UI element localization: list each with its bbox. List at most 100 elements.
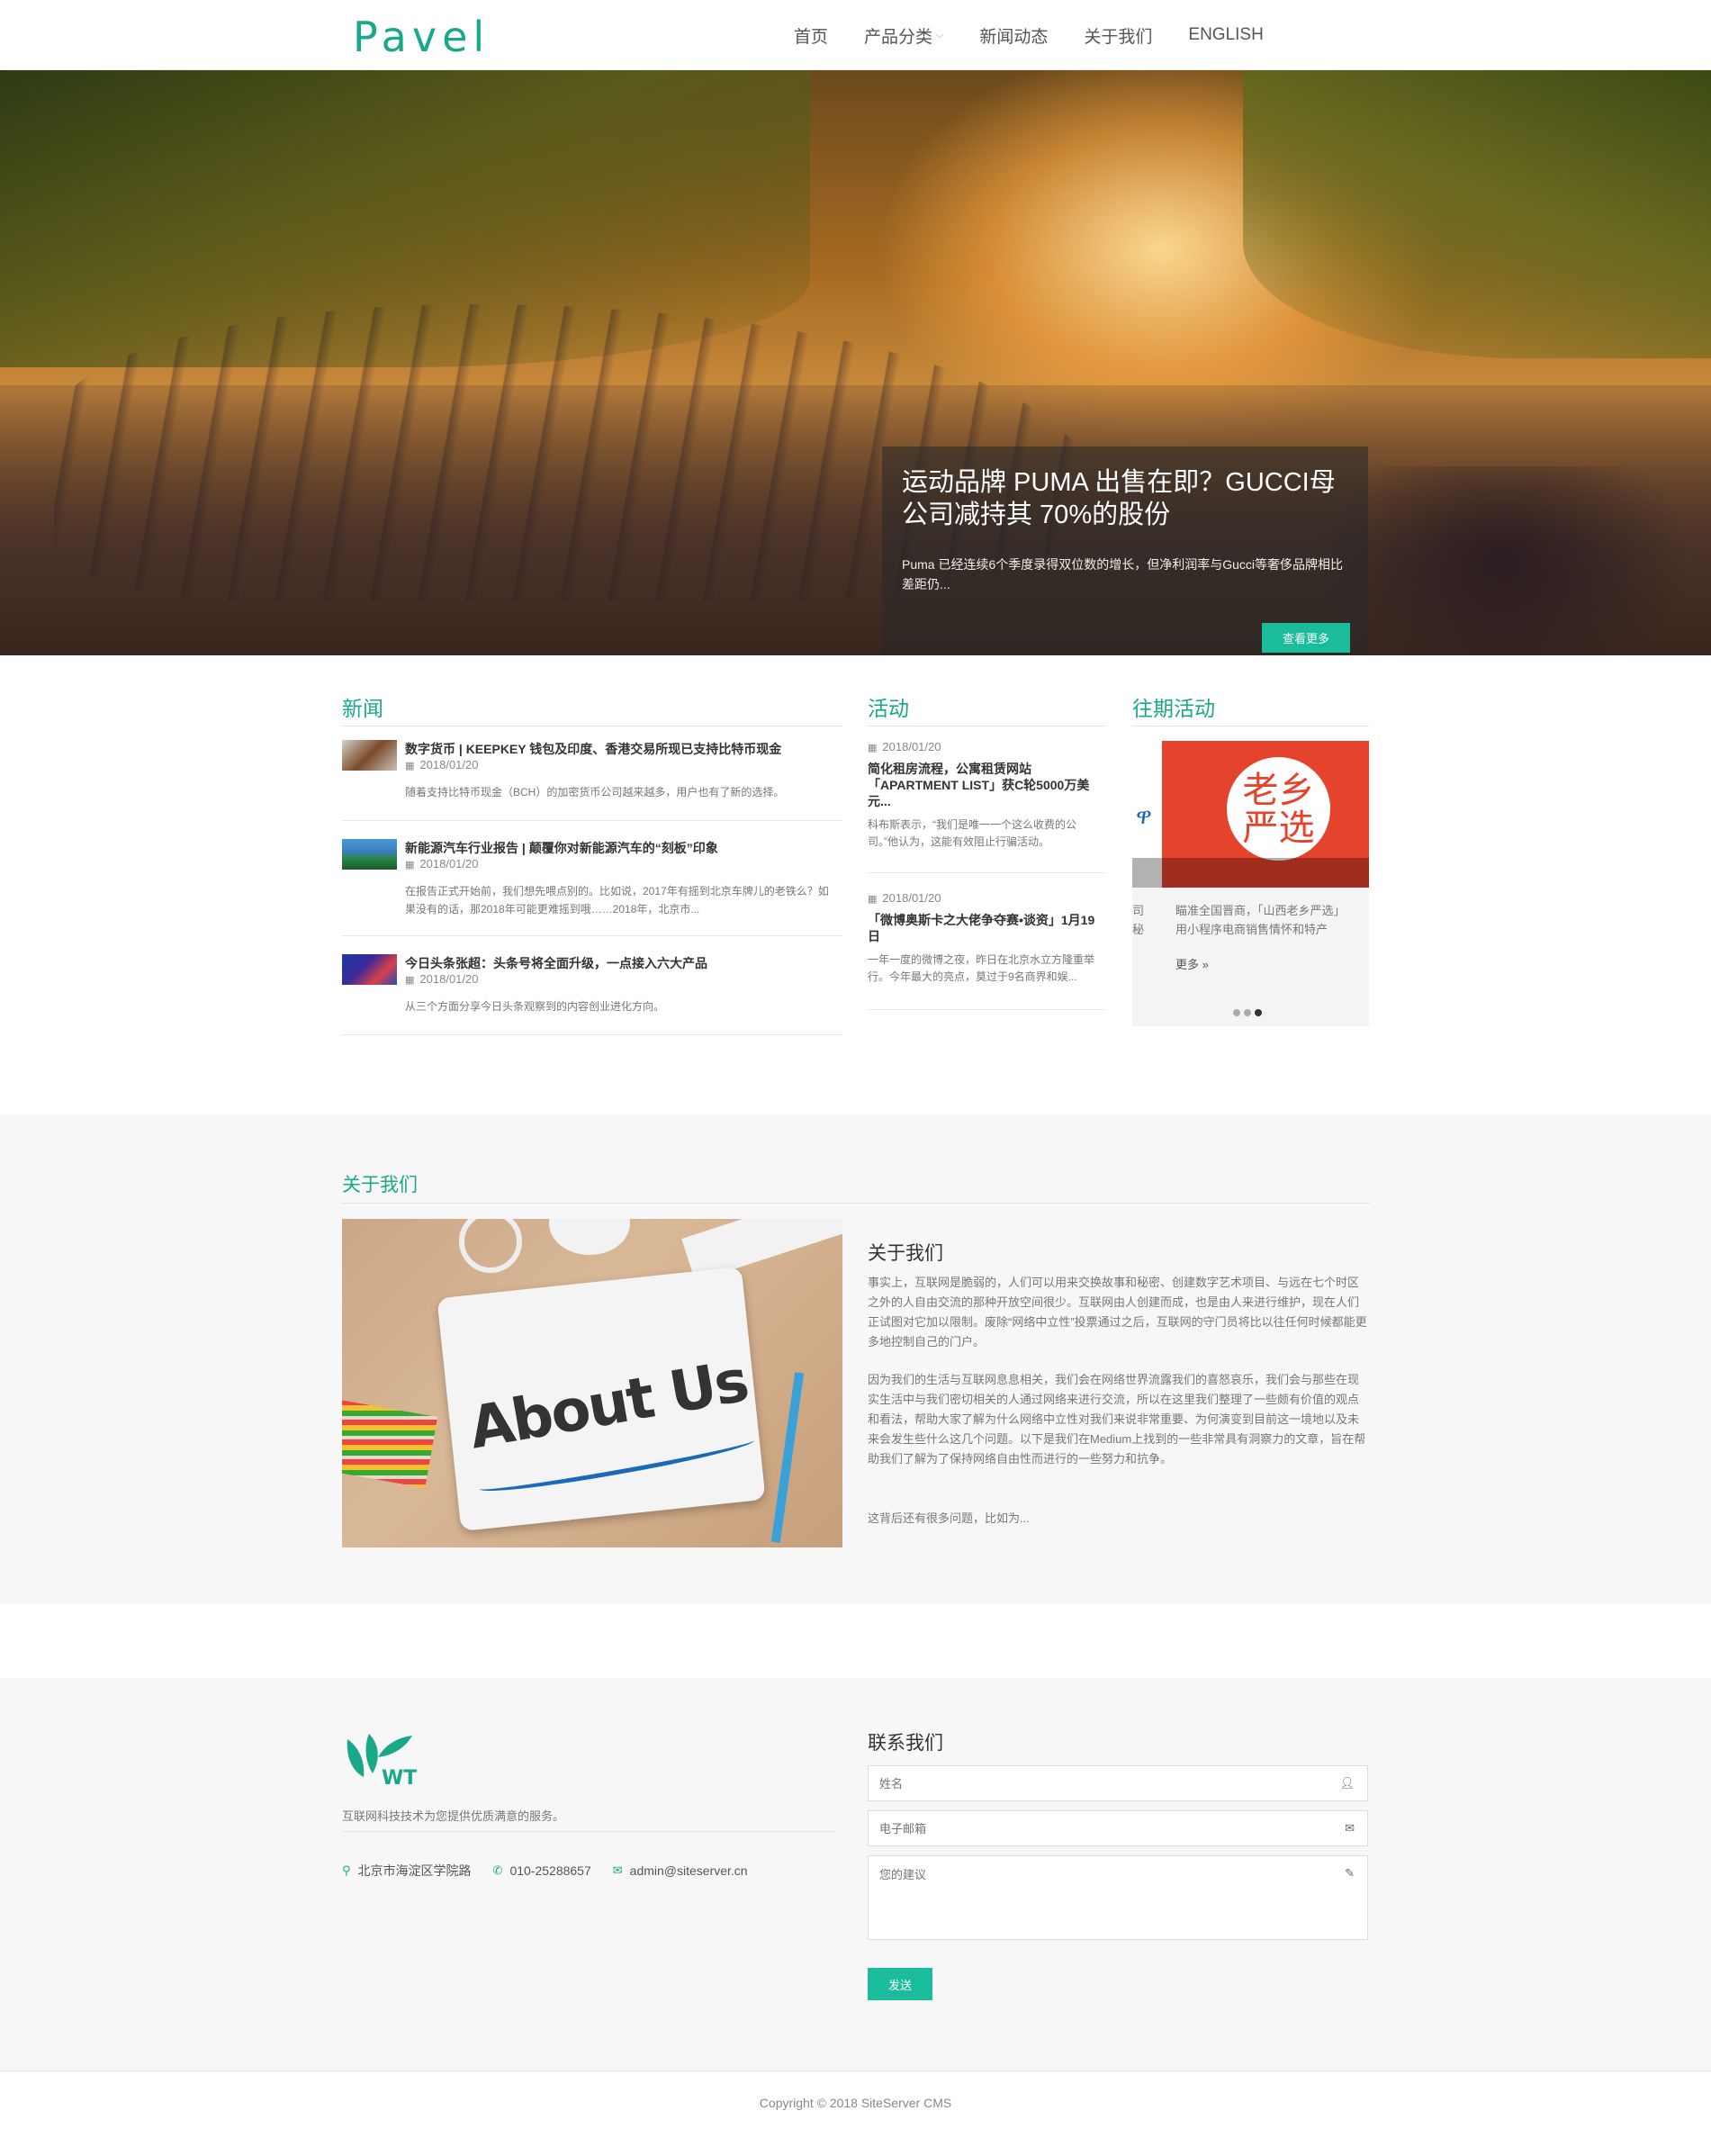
calendar-icon: ▦ [868, 743, 878, 753]
nav-label: 首页 [794, 27, 829, 47]
activity-title[interactable]: 「微博奥斯卡之大佬争夺赛•谈资」1月19日 [868, 912, 1105, 944]
activity-item[interactable]: ▦ 2018/01/20 简化租房流程，公寓租赁网站「APARTMENT LIST… [868, 740, 1105, 873]
carousel-image[interactable]: 老乡严选 [1162, 741, 1369, 888]
name-field[interactable]: 👤︎ [868, 1765, 1368, 1801]
news-description: 在报告正式开始前，我们想先喂点别的。比如说，2017年有摇到北京车牌儿的老铁么？… [405, 885, 829, 916]
hero-image-trees [1243, 70, 1711, 358]
activity-description: 一年一度的微博之夜，昨日在北京水立方隆重举行。今年最大的亮点，莫过于9名商界和娱… [868, 953, 1095, 983]
nav-label: ENGLISH [1188, 25, 1264, 44]
about-section [0, 1114, 1711, 1604]
past-activity-section-title[interactable]: 往期活动 [1132, 691, 1215, 722]
activity-title[interactable]: 简化租房流程，公寓租赁网站「APARTMENT LIST」获C轮5000万美元.… [868, 761, 1105, 809]
address-text: 北京市海淀区学院路 [357, 1863, 472, 1878]
carousel-prev-slide: ዋ [1132, 741, 1162, 888]
nav-label: 产品分类 [864, 27, 933, 47]
hero-image-cyclist [1314, 466, 1692, 655]
about-heading: 关于我们 [868, 1243, 943, 1264]
footer-description: 互联网科技技术为您提供优质满意的服务。 [342, 1809, 565, 1823]
news-section-title[interactable]: 新闻 [342, 691, 383, 722]
news-date: ▦ 2018/01/20 [405, 857, 478, 871]
site-logo[interactable]: Pavel [353, 13, 490, 61]
calendar-icon: ▦ [405, 761, 415, 771]
pencil-decor [770, 1372, 805, 1543]
carousel-dot[interactable] [1244, 1009, 1251, 1016]
copyright: Copyright © 2018 SiteServer CMS [759, 2096, 952, 2110]
news-date-text: 2018/01/20 [419, 972, 479, 986]
message-field[interactable]: ✎ [868, 1855, 1368, 1940]
news-title[interactable]: 今日头条张超：头条号将全面升级，一点接入六大产品 [405, 954, 707, 972]
image-overlay [1162, 858, 1369, 888]
email-text[interactable]: admin@siteserver.cn [630, 1863, 748, 1878]
main-nav: 首页 产品分类 ⌵ 新闻动态 关于我们 ENGLISH [776, 0, 1282, 70]
prev-slide-text-line: 秘 [1132, 923, 1145, 936]
activity-item[interactable]: ▦ 2018/01/20 「微博奥斯卡之大佬争夺赛•谈资」1月19日 一年一度的微… [868, 891, 1105, 1010]
phone: ✆ 010-25288657 [493, 1862, 591, 1880]
phone-icon: ✆ [492, 1863, 503, 1877]
user-icon: 👤︎ [1339, 1776, 1355, 1790]
email[interactable]: ✉ admin@siteserver.cn [613, 1862, 748, 1880]
email-field[interactable]: ✉ [868, 1810, 1368, 1846]
calendar-icon: ▦ [405, 975, 415, 986]
about-section-title: 关于我们 [342, 1175, 418, 1195]
news-description: 从三个方面分享今日头条观察到的内容创业进化方向。 [405, 1000, 665, 1013]
nav-products[interactable]: 产品分类 ⌵ [864, 23, 943, 48]
nav-home[interactable]: 首页 [794, 23, 828, 48]
mouse-decor [549, 1219, 630, 1255]
past-more-link[interactable]: 更多 » [1175, 955, 1209, 972]
news-thumbnail[interactable] [342, 954, 397, 985]
news-date-text: 2018/01/20 [419, 758, 479, 771]
name-input[interactable] [869, 1766, 1367, 1800]
hero-caption: 运动品牌 PUMA 出售在即？GUCCI母公司减持其 70%的股份 Puma 已… [882, 447, 1368, 655]
news-description: 随着支持比特币现金（BCH）的加密货币公司越来越多，用户也有了新的选择。 [405, 786, 785, 798]
about-paragraph: 事实上，互联网是脆弱的，人们可以用来交换故事和秘密、创建数字艺术项目、与远在七个… [868, 1276, 1367, 1349]
news-date: ▦ 2018/01/20 [405, 758, 478, 771]
past-activity-carousel[interactable]: ዋ 老乡严选 司秘 瞄准全国晋商，「山西老乡严选」 用小程序电商销售情怀和特产 … [1132, 741, 1369, 1026]
about-paragraph: 这背后还有很多问题，比如为... [868, 1511, 1030, 1525]
divider [342, 1831, 835, 1832]
carousel-dot[interactable] [1255, 1009, 1262, 1016]
nav-english[interactable]: ENGLISH [1188, 25, 1263, 45]
activity-date: ▦ 2018/01/20 [868, 740, 1105, 753]
carousel-dot[interactable] [1233, 1009, 1240, 1016]
image-overlay [1132, 858, 1162, 888]
about-paragraph: 因为我们的生活与互联网息息相关，我们会在网络世界流露我们的喜怒哀乐，我们会与那些… [868, 1373, 1366, 1466]
activity-description: 科布斯表示，“我们是唯一一个这么收费的公司。”他认为，这能有效阻止行骗活动。 [868, 818, 1076, 848]
carousel-caption-line: 用小程序电商销售情怀和特产 [1175, 923, 1328, 936]
news-title[interactable]: 新能源汽车行业报告 | 颠覆你对新能源汽车的“刻板”印象 [405, 839, 718, 857]
news-date: ▦ 2018/01/20 [405, 972, 478, 986]
activity-section-title[interactable]: 活动 [868, 691, 909, 722]
divider [342, 1203, 1370, 1204]
prev-slide-text: 司秘 [1132, 901, 1150, 939]
news-thumbnail[interactable] [342, 740, 397, 771]
magnifier-decor [459, 1219, 522, 1273]
news-thumbnail[interactable] [342, 839, 397, 870]
footer-logo-text: WT [382, 1767, 417, 1786]
nav-label: 关于我们 [1084, 27, 1153, 47]
hero-more-button[interactable]: 查看更多 [1262, 623, 1350, 653]
news-item[interactable]: 今日头条张超：头条号将全面升级，一点接入六大产品 ▦ 2018/01/20 从三个… [342, 954, 842, 1035]
news-title[interactable]: 数字货币 | KEEPKEY 钱包及印度、香港交易所现已支持比特币现金 [405, 740, 781, 758]
activity-date-text: 2018/01/20 [882, 740, 941, 753]
hero-banner: 运动品牌 PUMA 出售在即？GUCCI母公司减持其 70%的股份 Puma 已… [0, 70, 1711, 655]
news-item[interactable]: 数字货币 | KEEPKEY 钱包及印度、香港交易所现已支持比特币现金 ▦ 201… [342, 740, 842, 821]
carousel-dots [1233, 1009, 1262, 1016]
copyright-bar [0, 2070, 1711, 2156]
message-textarea[interactable] [869, 1856, 1367, 1939]
footer-section [0, 1678, 1711, 2070]
site-header: Pavel 首页 产品分类 ⌵ 新闻动态 关于我们 ENGLISH [0, 0, 1711, 70]
pencil-icon: ✎ [1345, 1866, 1355, 1880]
about-image: About Us [342, 1219, 842, 1547]
nav-label: 新闻动态 [979, 27, 1049, 47]
nav-news[interactable]: 新闻动态 [979, 23, 1048, 48]
map-marker-icon: ⚲ [342, 1863, 351, 1877]
news-item[interactable]: 新能源汽车行业报告 | 颠覆你对新能源汽车的“刻板”印象 ▦ 2018/01/20… [342, 839, 842, 936]
carousel-image-logo: 老乡严选 [1227, 757, 1330, 861]
contact-title: 联系我们 [868, 1733, 943, 1754]
envelope-icon: ✉ [1345, 1821, 1355, 1835]
nav-about[interactable]: 关于我们 [1084, 23, 1152, 48]
send-button[interactable]: 发送 [868, 1968, 932, 2000]
email-input[interactable] [869, 1811, 1367, 1845]
activity-date-text: 2018/01/20 [882, 891, 941, 905]
hero-title[interactable]: 运动品牌 PUMA 出售在即？GUCCI母公司减持其 70%的股份 [902, 466, 1348, 531]
activity-date: ▦ 2018/01/20 [868, 891, 1105, 905]
